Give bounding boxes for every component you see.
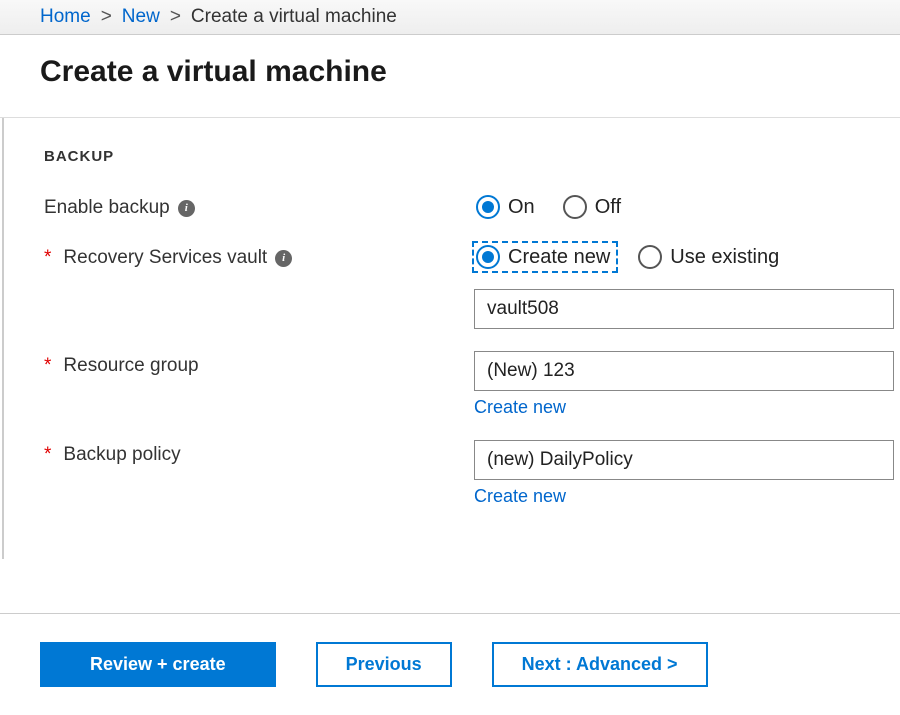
- row-backup-policy: * Backup policy Create new: [44, 440, 900, 507]
- resource-group-input[interactable]: [474, 351, 894, 391]
- breadcrumb-bar: Home > New > Create a virtual machine: [0, 0, 900, 35]
- form-content: BACKUP Enable backup i On Off * Recovery…: [2, 118, 900, 559]
- breadcrumb-home[interactable]: Home: [40, 6, 91, 28]
- next-advanced-button[interactable]: Next : Advanced >: [492, 642, 708, 687]
- info-icon[interactable]: i: [275, 250, 292, 267]
- info-icon[interactable]: i: [178, 200, 195, 217]
- radio-backup-off[interactable]: Off: [561, 193, 627, 221]
- review-create-button[interactable]: Review + create: [40, 642, 276, 687]
- radio-vault-create-new[interactable]: Create new: [474, 243, 616, 271]
- label-resource-group: * Resource group: [44, 351, 474, 377]
- page-header: Create a virtual machine: [0, 35, 900, 118]
- radio-group-enable-backup: On Off: [474, 193, 900, 221]
- required-asterisk: *: [44, 444, 51, 466]
- radio-group-recovery-vault: Create new Use existing: [474, 243, 900, 271]
- row-enable-backup: Enable backup i On Off: [44, 193, 900, 221]
- label-backup-policy: * Backup policy: [44, 440, 474, 466]
- backup-policy-input[interactable]: [474, 440, 894, 480]
- label-enable-backup: Enable backup i: [44, 193, 474, 219]
- vault-name-input[interactable]: [474, 289, 894, 329]
- radio-icon: [476, 195, 500, 219]
- breadcrumb-new[interactable]: New: [122, 6, 160, 28]
- wizard-footer: Review + create Previous Next : Advanced…: [0, 613, 900, 715]
- chevron-right-icon: >: [170, 6, 181, 28]
- chevron-right-icon: >: [101, 6, 112, 28]
- radio-icon: [638, 245, 662, 269]
- previous-button[interactable]: Previous: [316, 642, 452, 687]
- row-recovery-vault: * Recovery Services vault i Create new U…: [44, 243, 900, 329]
- radio-vault-use-existing[interactable]: Use existing: [636, 243, 785, 271]
- breadcrumb-current: Create a virtual machine: [191, 6, 397, 28]
- row-resource-group: * Resource group Create new: [44, 351, 900, 418]
- radio-icon: [476, 245, 500, 269]
- resource-group-create-new-link[interactable]: Create new: [474, 397, 566, 418]
- breadcrumb: Home > New > Create a virtual machine: [40, 6, 880, 28]
- page-title: Create a virtual machine: [40, 55, 860, 89]
- required-asterisk: *: [44, 247, 51, 269]
- required-asterisk: *: [44, 355, 51, 377]
- section-label-backup: BACKUP: [44, 148, 900, 165]
- radio-icon: [563, 195, 587, 219]
- radio-backup-on[interactable]: On: [474, 193, 541, 221]
- backup-policy-create-new-link[interactable]: Create new: [474, 486, 566, 507]
- label-recovery-vault: * Recovery Services vault i: [44, 243, 474, 269]
